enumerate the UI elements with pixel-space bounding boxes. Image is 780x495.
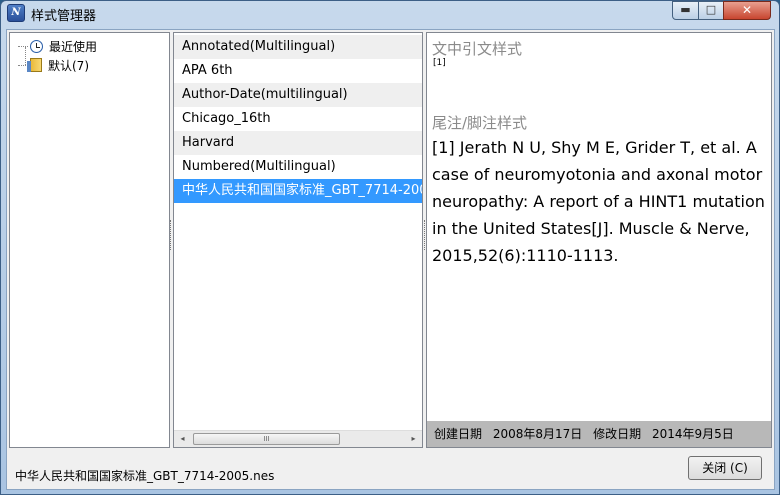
created-date-value: 2008年8月17日 — [492, 427, 583, 441]
title-bar[interactable]: N 样式管理器 ▬ □ ✕ — [1, 1, 779, 27]
tree-item-default[interactable]: 默认(7) — [18, 56, 89, 74]
close-button[interactable]: 关闭 (C) — [688, 456, 762, 480]
modified-date-value: 2014年9月5日 — [651, 427, 734, 441]
scroll-thumb[interactable]: III — [193, 433, 340, 445]
style-manager-window: N 样式管理器 ▬ □ ✕ 最近使用 默认(7) Annotated(Multi… — [0, 0, 780, 495]
citation-sample: [1] — [433, 58, 446, 68]
client-area: 最近使用 默认(7) Annotated(Multilingual) APA 6… — [6, 29, 775, 490]
style-list-item[interactable]: Annotated(Multilingual) — [174, 35, 422, 59]
scroll-left-arrow-icon[interactable]: ◂ — [174, 431, 191, 447]
tree-item-recent[interactable]: 最近使用 — [18, 37, 97, 55]
style-list-item[interactable]: APA 6th — [174, 59, 422, 83]
category-tree[interactable]: 最近使用 默认(7) — [9, 32, 170, 448]
clock-icon — [30, 39, 43, 53]
maximize-button[interactable]: □ — [698, 1, 724, 20]
tree-branch-line — [18, 45, 28, 47]
style-list-item-selected[interactable]: 中华人民共和国国家标准_GBT_7714-2005 — [174, 179, 422, 203]
style-list-item[interactable]: Author-Date(multilingual) — [174, 83, 422, 107]
style-list-item[interactable]: Harvard — [174, 131, 422, 155]
app-icon: N — [7, 4, 25, 22]
book-icon — [27, 58, 42, 72]
tree-item-label: 最近使用 — [49, 39, 98, 54]
scroll-right-arrow-icon[interactable]: ▸ — [405, 431, 422, 447]
splitter-left[interactable] — [170, 220, 172, 250]
selected-file-name: 中华人民共和国国家标准_GBT_7714-2005.nes — [15, 469, 275, 483]
style-list-item[interactable]: Chicago_16th — [174, 107, 422, 131]
horizontal-scrollbar[interactable]: ◂ III ▸ — [174, 430, 422, 447]
modified-date-label: 修改日期 — [593, 427, 642, 441]
style-preview-pane: 文中引文样式 [1] 尾注/脚注样式 [1] Jerath N U, Shy M… — [426, 32, 772, 448]
bibliography-style-heading: 尾注/脚注样式 — [432, 114, 528, 132]
created-date-label: 创建日期 — [434, 427, 483, 441]
window-title: 样式管理器 — [31, 9, 97, 24]
minimize-button[interactable]: ▬ — [672, 1, 699, 20]
style-list[interactable]: Annotated(Multilingual) APA 6th Author-D… — [173, 32, 423, 448]
tree-item-label: 默认(7) — [48, 58, 89, 73]
citation-style-heading: 文中引文样式 — [432, 40, 523, 58]
close-window-button[interactable]: ✕ — [723, 1, 771, 20]
bibliography-sample: [1] Jerath N U, Shy M E, Grider T, et al… — [432, 138, 765, 265]
date-info-bar: 创建日期 2008年8月17日 修改日期 2014年9月5日 — [427, 421, 771, 447]
style-list-item[interactable]: Numbered(Multilingual) — [174, 155, 422, 179]
